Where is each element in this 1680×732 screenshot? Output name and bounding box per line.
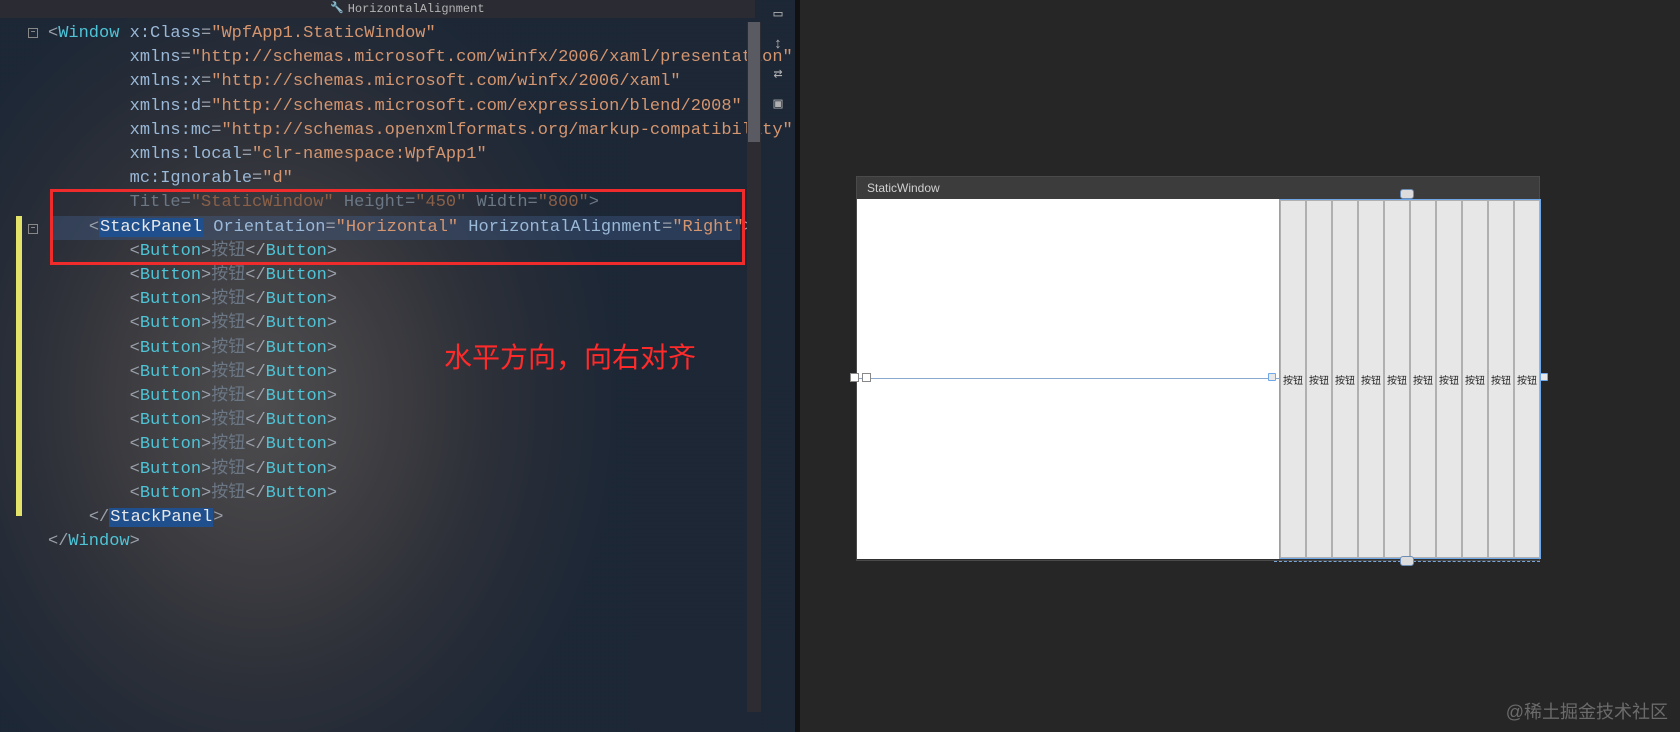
designer-button[interactable]: 按钮 xyxy=(1280,200,1306,558)
designer-button[interactable]: 按钮 xyxy=(1436,200,1462,558)
watermark: @稀土掘金技术社区 xyxy=(1506,698,1668,724)
expand-pane-icon[interactable]: ▭ xyxy=(769,6,787,24)
resize-handle-left[interactable] xyxy=(1268,373,1276,381)
designer-window-client[interactable]: 按钮按钮按钮按钮按钮按钮按钮按钮按钮按钮 xyxy=(857,199,1541,559)
designer-window-title: StaticWindow xyxy=(857,177,1539,199)
designer-button[interactable]: 按钮 xyxy=(1462,200,1488,558)
fold-toggle-icon[interactable]: − xyxy=(28,28,38,38)
margin-marker xyxy=(862,373,871,382)
split-horizontal-icon[interactable]: ↕ xyxy=(769,36,787,54)
designer-button[interactable]: 按钮 xyxy=(1384,200,1410,558)
resize-grip-top[interactable] xyxy=(1400,189,1414,199)
vertical-scrollbar[interactable] xyxy=(747,22,761,712)
designer-button[interactable]: 按钮 xyxy=(1410,200,1436,558)
designer-button[interactable]: 按钮 xyxy=(1358,200,1384,558)
scrollbar-thumb[interactable] xyxy=(748,22,760,142)
margin-marker xyxy=(850,373,859,382)
wrench-icon: 🔧 xyxy=(330,0,344,18)
fold-toggle-icon[interactable]: − xyxy=(28,224,38,234)
designer-button[interactable]: 按钮 xyxy=(1488,200,1514,558)
breadcrumb-label: HorizontalAlignment xyxy=(348,0,485,18)
designer-window-frame[interactable]: StaticWindow 按钮按钮按钮按钮按钮按钮按钮按钮按钮按钮 xyxy=(856,176,1540,561)
swap-panes-icon[interactable]: ⇄ xyxy=(769,66,787,84)
designer-stackpanel[interactable]: 按钮按钮按钮按钮按钮按钮按钮按钮按钮按钮 xyxy=(1279,199,1541,559)
designer-button[interactable]: 按钮 xyxy=(1514,200,1540,558)
code-editor[interactable]: <Window x:Class="WpfApp1.StaticWindow" x… xyxy=(48,22,793,554)
resize-handle-right[interactable] xyxy=(1540,373,1548,381)
resize-grip-bottom[interactable] xyxy=(1400,556,1414,566)
designer-button[interactable]: 按钮 xyxy=(1332,200,1358,558)
navigation-bar[interactable]: 🔧 HorizontalAlignment xyxy=(0,0,755,18)
designer-button[interactable]: 按钮 xyxy=(1306,200,1332,558)
properties-icon[interactable]: ▣ xyxy=(769,96,787,114)
